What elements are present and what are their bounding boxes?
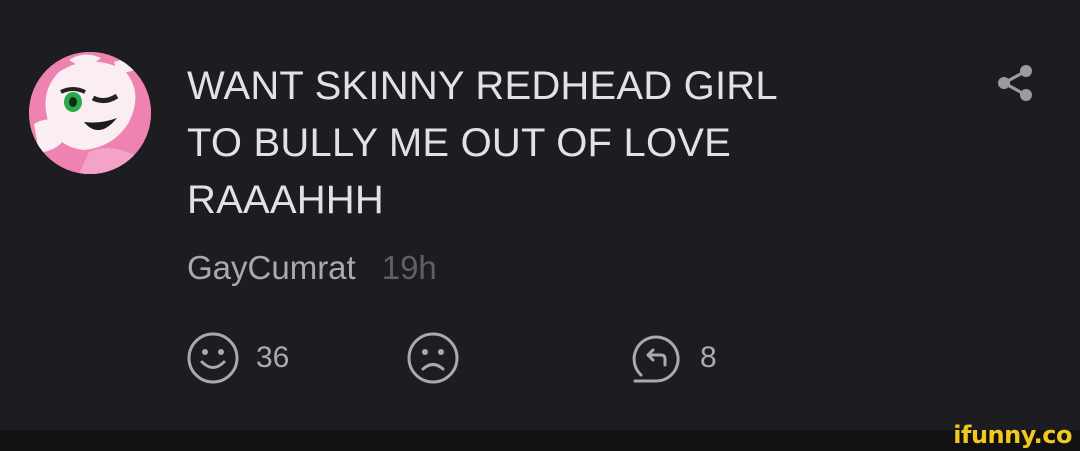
- comment-text: WANT SKINNY REDHEAD GIRL TO BULLY ME OUT…: [187, 58, 907, 229]
- smile-button[interactable]: 36: [186, 330, 289, 386]
- comment-card: WANT SKINNY REDHEAD GIRL TO BULLY ME OUT…: [0, 0, 1080, 430]
- avatar[interactable]: [29, 52, 151, 174]
- frown-icon: [407, 332, 459, 384]
- reply-button[interactable]: 8: [628, 330, 717, 386]
- footer-bar: [0, 430, 1080, 451]
- username[interactable]: GayCumrat: [187, 248, 356, 288]
- reply-icon: [632, 335, 680, 383]
- comment-line-3: RAAAHHH: [187, 178, 384, 222]
- anime-character-avatar-icon: [29, 52, 151, 174]
- comment-line-1: WANT SKINNY REDHEAD GIRL: [187, 64, 778, 108]
- share-icon[interactable]: [996, 63, 1034, 103]
- watermark-logo: ifunny.co: [953, 421, 1072, 449]
- frown-button[interactable]: [406, 330, 460, 386]
- smile-count: 36: [256, 341, 290, 374]
- smile-icon: [187, 332, 239, 384]
- comment-line-2: TO BULLY ME OUT OF LOVE: [187, 121, 732, 165]
- timestamp: 19h: [381, 249, 437, 286]
- reply-count: 8: [700, 341, 717, 374]
- comment-meta: GayCumrat 19h: [187, 248, 437, 288]
